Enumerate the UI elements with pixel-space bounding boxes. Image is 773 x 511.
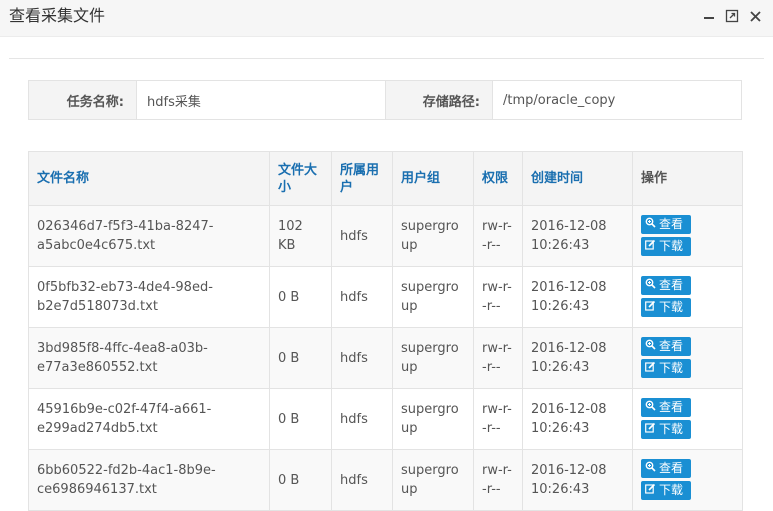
files-table: 文件名称 文件大小 所属用户 用户组 权限 创建时间 操作 026346d7-f… — [28, 151, 743, 511]
task-info-bar: 任务名称: hdfs采集 存储路径: /tmp/oracle_copy — [28, 80, 742, 120]
table-row: 0f5bfb32-eb73-4de4-98ed-b2e7d518073d.txt… — [28, 266, 743, 328]
cell-file-size: 0 B — [269, 266, 332, 328]
edit-icon — [645, 237, 656, 256]
cell-file-name: 45916b9e-c02f-47f4-a661-e299ad274db5.txt — [28, 388, 270, 450]
divider — [9, 58, 764, 59]
cell-permission: rw-r--r-- — [473, 388, 523, 450]
zoom-icon — [645, 337, 656, 356]
view-button-label: 查看 — [659, 338, 684, 353]
download-button[interactable]: 下载 — [641, 297, 691, 317]
cell-file-size: 102 KB — [269, 205, 332, 267]
table-row: 3bd985f8-4ffc-4ea8-a03b-e77a3e860552.txt… — [28, 327, 743, 389]
col-header-file-name[interactable]: 文件名称 — [28, 151, 270, 206]
view-button[interactable]: 查看 — [641, 275, 691, 295]
view-button-label: 查看 — [659, 277, 684, 292]
storage-path-label: 存储路径: — [386, 81, 492, 119]
cell-actions: 查看 下载 — [632, 449, 743, 511]
view-button-label: 查看 — [659, 399, 684, 414]
view-button[interactable]: 查看 — [641, 458, 691, 478]
download-button[interactable]: 下载 — [641, 419, 691, 439]
cell-file-name: 026346d7-f5f3-41ba-8247-a5abc0e4c675.txt — [28, 205, 270, 267]
cell-group: supergroup — [392, 327, 474, 389]
download-button-label: 下载 — [659, 421, 684, 436]
table-row: 026346d7-f5f3-41ba-8247-a5abc0e4c675.txt… — [28, 205, 743, 267]
cell-owner: hdfs — [331, 449, 393, 511]
view-files-dialog: 查看采集文件 任务名称: hdfs采集 存储路径: /tmp/oracle_co… — [0, 0, 773, 511]
close-icon[interactable] — [745, 7, 765, 25]
download-button-label: 下载 — [659, 238, 684, 253]
view-button-label: 查看 — [659, 216, 684, 231]
task-name-label: 任务名称: — [29, 81, 136, 119]
cell-created-time: 2016-12-08 10:26:43 — [522, 327, 633, 389]
col-header-owner[interactable]: 所属用户 — [331, 151, 393, 206]
col-header-group[interactable]: 用户组 — [392, 151, 474, 206]
cell-permission: rw-r--r-- — [473, 205, 523, 267]
download-button-label: 下载 — [659, 482, 684, 497]
cell-file-name: 0f5bfb32-eb73-4de4-98ed-b2e7d518073d.txt — [28, 266, 270, 328]
table-row: 45916b9e-c02f-47f4-a661-e299ad274db5.txt… — [28, 388, 743, 450]
zoom-icon — [645, 459, 656, 478]
col-header-created-time[interactable]: 创建时间 — [522, 151, 633, 206]
cell-created-time: 2016-12-08 10:26:43 — [522, 449, 633, 511]
edit-icon — [645, 481, 656, 500]
cell-permission: rw-r--r-- — [473, 266, 523, 328]
download-button-label: 下载 — [659, 299, 684, 314]
cell-actions: 查看 下载 — [632, 266, 743, 328]
zoom-icon — [645, 276, 656, 295]
cell-group: supergroup — [392, 388, 474, 450]
cell-group: supergroup — [392, 449, 474, 511]
zoom-icon — [645, 398, 656, 417]
edit-icon — [645, 420, 656, 439]
cell-created-time: 2016-12-08 10:26:43 — [522, 388, 633, 450]
cell-owner: hdfs — [331, 266, 393, 328]
download-button-label: 下载 — [659, 360, 684, 375]
cell-file-name: 6bb60522-fd2b-4ac1-8b9e-ce6986946137.txt — [28, 449, 270, 511]
cell-created-time: 2016-12-08 10:26:43 — [522, 205, 633, 267]
cell-permission: rw-r--r-- — [473, 327, 523, 389]
cell-owner: hdfs — [331, 388, 393, 450]
cell-owner: hdfs — [331, 327, 393, 389]
dialog-content: 任务名称: hdfs采集 存储路径: /tmp/oracle_copy 文件名称… — [0, 38, 773, 511]
download-button[interactable]: 下载 — [641, 358, 691, 378]
cell-file-size: 0 B — [269, 449, 332, 511]
cell-owner: hdfs — [331, 205, 393, 267]
view-button[interactable]: 查看 — [641, 397, 691, 417]
minimize-icon[interactable] — [699, 7, 719, 25]
col-header-actions: 操作 — [632, 151, 743, 206]
col-header-permission[interactable]: 权限 — [473, 151, 523, 206]
cell-file-name: 3bd985f8-4ffc-4ea8-a03b-e77a3e860552.txt — [28, 327, 270, 389]
view-button[interactable]: 查看 — [641, 214, 691, 234]
dialog-titlebar: 查看采集文件 — [0, 0, 773, 37]
download-button[interactable]: 下载 — [641, 480, 691, 500]
edit-icon — [645, 359, 656, 378]
cell-file-size: 0 B — [269, 327, 332, 389]
storage-path-value: /tmp/oracle_copy — [492, 81, 741, 119]
view-button[interactable]: 查看 — [641, 336, 691, 356]
col-header-file-size[interactable]: 文件大小 — [269, 151, 332, 206]
window-controls — [696, 7, 765, 25]
view-button-label: 查看 — [659, 460, 684, 475]
cell-actions: 查看 下载 — [632, 205, 743, 267]
cell-group: supergroup — [392, 205, 474, 267]
cell-group: supergroup — [392, 266, 474, 328]
cell-actions: 查看 下载 — [632, 327, 743, 389]
task-name-value: hdfs采集 — [136, 81, 386, 119]
maximize-icon[interactable] — [722, 7, 742, 25]
cell-actions: 查看 下载 — [632, 388, 743, 450]
table-header-row: 文件名称 文件大小 所属用户 用户组 权限 创建时间 操作 — [28, 151, 743, 206]
dialog-title: 查看采集文件 — [9, 6, 106, 25]
zoom-icon — [645, 215, 656, 234]
cell-permission: rw-r--r-- — [473, 449, 523, 511]
table-row: 6bb60522-fd2b-4ac1-8b9e-ce6986946137.txt… — [28, 449, 743, 511]
edit-icon — [645, 298, 656, 317]
download-button[interactable]: 下载 — [641, 236, 691, 256]
cell-created-time: 2016-12-08 10:26:43 — [522, 266, 633, 328]
cell-file-size: 0 B — [269, 388, 332, 450]
